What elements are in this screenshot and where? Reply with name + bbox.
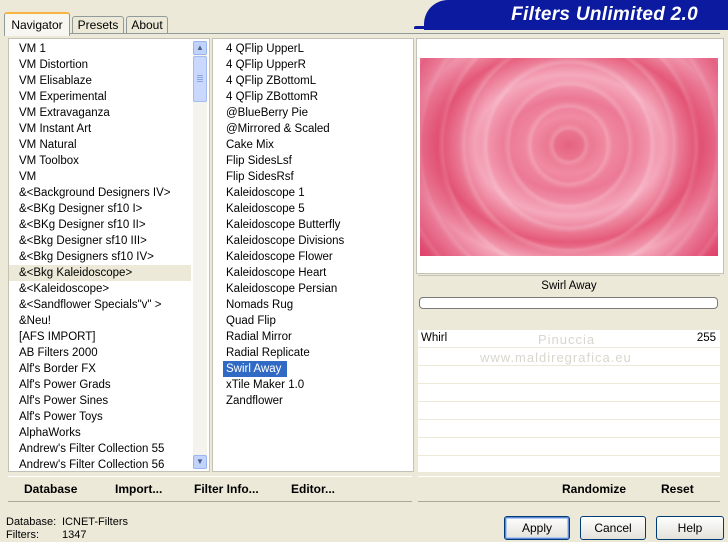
parameter-row-empty <box>418 420 720 438</box>
parameter-value: 255 <box>696 332 716 344</box>
editor-button[interactable]: Editor... <box>291 482 335 496</box>
filter-item[interactable]: Nomads Rug <box>213 297 413 313</box>
app-title: Filters Unlimited 2.0 <box>511 4 698 25</box>
category-item[interactable]: Andrew's Filter Collection 56 <box>9 457 191 471</box>
category-scrollbar[interactable]: ▲ ▼ <box>193 41 207 469</box>
category-item[interactable]: VM Toolbox <box>9 153 191 169</box>
tab-navigator[interactable]: Navigator <box>4 12 70 36</box>
apply-button[interactable]: Apply <box>504 516 570 540</box>
category-item[interactable]: VM Distortion <box>9 57 191 73</box>
category-item[interactable]: Alf's Power Toys <box>9 409 191 425</box>
status-database: Database: ICNET-Filters <box>6 516 128 528</box>
watermark-name: Pinuccia <box>538 332 596 347</box>
category-item[interactable]: VM Elisablaze <box>9 73 191 89</box>
category-item[interactable]: &Neu! <box>9 313 191 329</box>
category-item[interactable]: AB Filters 2000 <box>9 345 191 361</box>
grip-icon <box>197 75 203 76</box>
category-item[interactable]: [AFS IMPORT] <box>9 329 191 345</box>
category-item[interactable]: &<Bkg Designers sf10 IV> <box>9 249 191 265</box>
category-panel: VM 1 VM Distortion VM Elisablaze VM Experim… <box>8 38 210 472</box>
category-item[interactable]: VM Extravaganza <box>9 105 191 121</box>
status-database-value: ICNET-Filters <box>62 516 128 528</box>
status-database-label: Database: <box>6 516 57 528</box>
database-button[interactable]: Database <box>24 482 77 496</box>
filter-item[interactable]: 4 QFlip UpperR <box>213 57 413 73</box>
status-filters: Filters: 1347 <box>6 529 86 541</box>
banner-stripe <box>414 26 728 29</box>
scroll-up-arrow-icon[interactable]: ▲ <box>193 41 207 55</box>
filter-item[interactable]: Flip SidesLsf <box>213 153 413 169</box>
filter-list[interactable]: 4 QFlip UpperL 4 QFlip UpperR 4 QFlip ZBot… <box>213 41 413 471</box>
category-item[interactable]: Andrew's Filter Collection 55 <box>9 441 191 457</box>
filter-item[interactable]: Kaleidoscope Heart <box>213 265 413 281</box>
category-item[interactable]: VM Instant Art <box>9 121 191 137</box>
parameter-list: Whirl 255 Pinuccia www.maldiregrafica.eu <box>418 330 720 474</box>
category-item[interactable]: &<BKg Designer sf10 II> <box>9 217 191 233</box>
filter-info-button[interactable]: Filter Info... <box>194 482 259 496</box>
category-item[interactable]: VM Natural <box>9 137 191 153</box>
filter-item[interactable]: Kaleidoscope Persian <box>213 281 413 297</box>
status-filters-value: 1347 <box>62 529 87 541</box>
parameter-row-empty <box>418 456 720 474</box>
filter-item[interactable]: Quad Flip <box>213 313 413 329</box>
filter-item[interactable]: @Mirrored & Scaled <box>213 121 413 137</box>
parameter-row-empty <box>418 438 720 456</box>
filter-item[interactable]: Radial Replicate <box>213 345 413 361</box>
progress-bar <box>419 297 718 309</box>
filter-item[interactable]: Cake Mix <box>213 137 413 153</box>
filter-item[interactable]: xTile Maker 1.0 <box>213 377 413 393</box>
filter-panel: 4 QFlip UpperL 4 QFlip UpperR 4 QFlip ZBot… <box>212 38 414 472</box>
category-item[interactable]: &<Kaleidoscope> <box>9 281 191 297</box>
category-item[interactable]: Alf's Border FX <box>9 361 191 377</box>
parameter-row-empty <box>418 402 720 420</box>
tab-about[interactable]: About <box>126 16 168 34</box>
preview-shade <box>420 58 718 256</box>
category-item[interactable]: &<Bkg Kaleidoscope> <box>9 265 191 281</box>
filter-item[interactable]: Kaleidoscope Flower <box>213 249 413 265</box>
list-toolbar: Database Import... Filter Info... Editor… <box>8 476 412 502</box>
parameter-row-empty <box>418 366 720 384</box>
filter-name-label: Swirl Away <box>418 275 720 296</box>
filter-item[interactable]: Zandflower <box>213 393 413 409</box>
filter-item[interactable]: Kaleidoscope Butterfly <box>213 217 413 233</box>
filter-item[interactable]: 4 QFlip ZBottomR <box>213 89 413 105</box>
category-item[interactable]: VM Experimental <box>9 89 191 105</box>
filter-item[interactable]: Kaleidoscope 5 <box>213 201 413 217</box>
randomize-button[interactable]: Randomize <box>562 482 626 496</box>
category-item[interactable]: AlphaWorks <box>9 425 191 441</box>
filter-item[interactable]: Kaleidoscope 1 <box>213 185 413 201</box>
category-item[interactable]: Alf's Power Sines <box>9 393 191 409</box>
cancel-button[interactable]: Cancel <box>580 516 646 540</box>
scroll-thumb[interactable] <box>193 56 207 102</box>
category-item[interactable]: &<Background Designers IV> <box>9 185 191 201</box>
preview-toolbar: Randomize Reset <box>418 476 720 502</box>
category-item[interactable]: VM 1 <box>9 41 191 57</box>
category-item[interactable]: &<Bkg Designer sf10 III> <box>9 233 191 249</box>
filter-item[interactable]: Swirl Away <box>213 361 413 377</box>
filter-item[interactable]: 4 QFlip UpperL <box>213 41 413 57</box>
status-filters-label: Filters: <box>6 529 39 541</box>
category-item[interactable]: VM <box>9 169 191 185</box>
parameter-name: Whirl <box>421 332 448 344</box>
category-list[interactable]: VM 1 VM Distortion VM Elisablaze VM Experim… <box>9 41 191 471</box>
tab-presets[interactable]: Presets <box>72 16 124 34</box>
scroll-down-arrow-icon[interactable]: ▼ <box>193 455 207 469</box>
parameter-row-empty <box>418 384 720 402</box>
filter-item[interactable]: 4 QFlip ZBottomL <box>213 73 413 89</box>
tab-divider <box>4 33 720 34</box>
category-item[interactable]: &<BKg Designer sf10 I> <box>9 201 191 217</box>
reset-button[interactable]: Reset <box>661 482 694 496</box>
import-button[interactable]: Import... <box>115 482 162 496</box>
filter-item[interactable]: Radial Mirror <box>213 329 413 345</box>
category-item[interactable]: &<Sandflower Specials"v" > <box>9 297 191 313</box>
filter-item-selected[interactable]: Swirl Away <box>223 361 288 377</box>
watermark-url: www.maldiregrafica.eu <box>480 350 632 365</box>
filter-item[interactable]: @BlueBerry Pie <box>213 105 413 121</box>
filter-item[interactable]: Kaleidoscope Divisions <box>213 233 413 249</box>
help-button[interactable]: Help <box>656 516 724 540</box>
preview-image <box>420 58 718 256</box>
category-item[interactable]: Alf's Power Grads <box>9 377 191 393</box>
filter-item[interactable]: Flip SidesRsf <box>213 169 413 185</box>
